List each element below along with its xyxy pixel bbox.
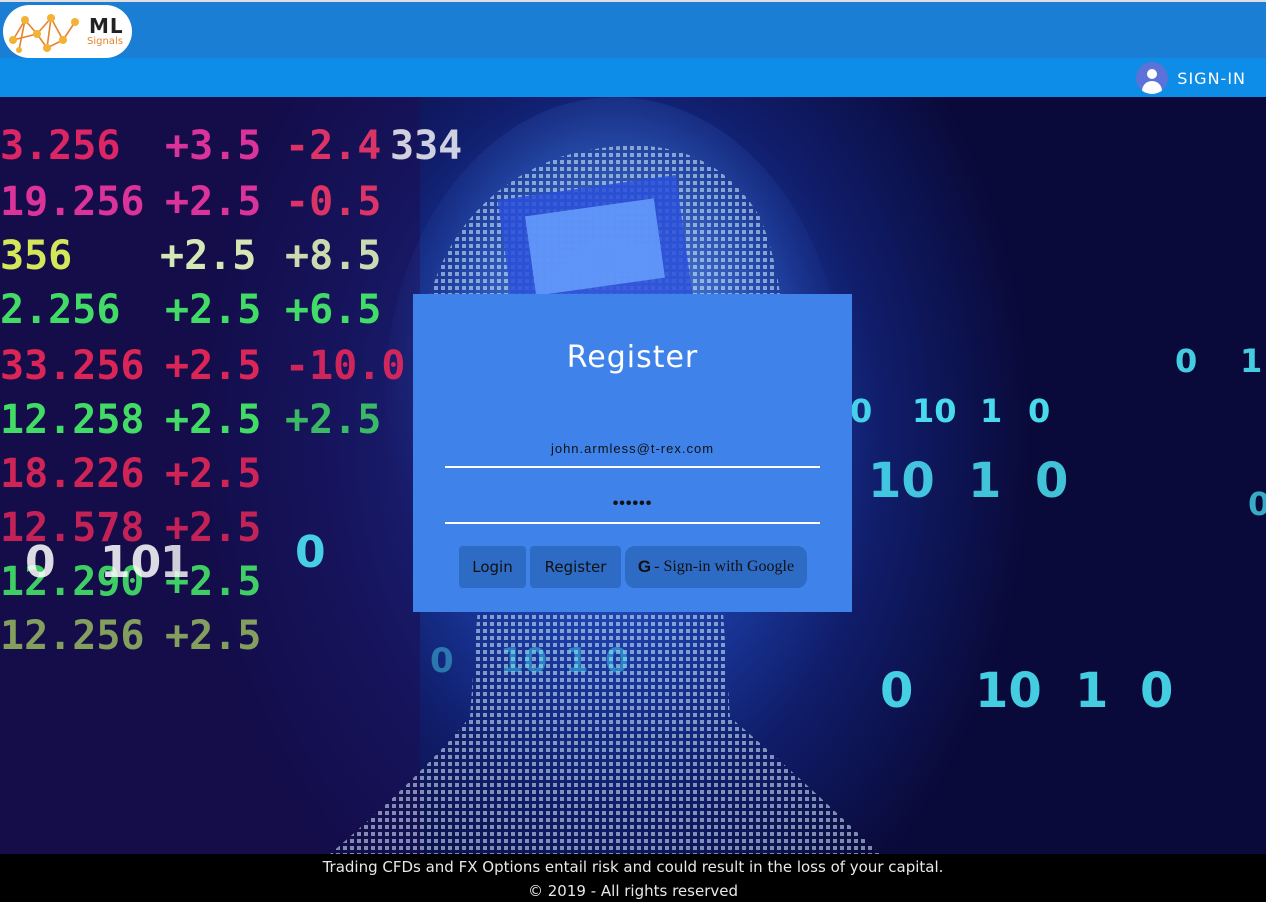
svg-text:+2.5: +2.5 <box>165 179 261 225</box>
svg-text:2.256: 2.256 <box>0 287 120 333</box>
svg-text:+2.5: +2.5 <box>165 343 261 389</box>
svg-text:-10.0: -10.0 <box>285 343 405 389</box>
risk-disclaimer: Trading CFDs and FX Options entail risk … <box>322 858 944 876</box>
svg-text:1: 1 <box>1075 663 1108 719</box>
svg-text:+3.5: +3.5 <box>165 123 261 169</box>
svg-text:10: 10 <box>100 537 161 588</box>
svg-text:+2.5: +2.5 <box>165 397 261 443</box>
logo-text-ml: ML <box>89 14 124 38</box>
svg-text:+6.5: +6.5 <box>285 287 381 333</box>
svg-text:+2.5: +2.5 <box>165 451 261 497</box>
svg-text:-0.5: -0.5 <box>285 179 381 225</box>
svg-text:18.226: 18.226 <box>0 451 145 497</box>
register-button[interactable]: Register <box>530 546 621 588</box>
email-value: john.armless@t-rex.com <box>550 440 715 456</box>
svg-text:+2.5: +2.5 <box>285 397 381 443</box>
svg-text:1: 1 <box>980 392 1002 430</box>
svg-text:10: 10 <box>912 392 957 430</box>
svg-text:0: 0 <box>880 663 913 719</box>
google-icon: G <box>637 557 652 576</box>
footer: Trading CFDs and FX Options entail risk … <box>0 854 1266 902</box>
svg-text:33.256: 33.256 <box>0 343 145 389</box>
svg-text:12.258: 12.258 <box>0 397 145 443</box>
svg-text:334: 334 <box>390 123 462 169</box>
svg-text:0: 0 <box>295 527 326 578</box>
svg-text:10: 10 <box>975 663 1042 719</box>
svg-text:0: 0 <box>1175 342 1197 380</box>
register-card: Register john.armless@t-rex.com •••••• L… <box>413 294 852 612</box>
svg-text:+2.5: +2.5 <box>160 233 256 279</box>
top-header: ML Signals <box>0 0 1266 58</box>
svg-text:356: 356 <box>0 233 72 279</box>
svg-text:3.256: 3.256 <box>0 123 120 169</box>
svg-text:0: 0 <box>25 537 56 588</box>
svg-text:0: 0 <box>1028 392 1050 430</box>
svg-text:-2.4: -2.4 <box>285 123 381 169</box>
svg-text:0: 0 <box>1140 663 1173 719</box>
svg-text:12.256: 12.256 <box>0 613 145 659</box>
google-signin-button[interactable]: G - Sign-in with Google <box>625 546 807 588</box>
password-field[interactable]: •••••• <box>445 486 820 524</box>
svg-text:+8.5: +8.5 <box>285 233 381 279</box>
sign-in-link[interactable]: SIGN-IN <box>1136 62 1246 94</box>
login-button[interactable]: Login <box>459 546 526 588</box>
svg-text:+2.5: +2.5 <box>165 287 261 333</box>
register-title: Register <box>566 340 699 375</box>
svg-text:+2.5: +2.5 <box>165 613 261 659</box>
sign-in-label: SIGN-IN <box>1177 68 1246 88</box>
svg-text:10: 10 <box>868 453 935 509</box>
svg-text:10: 10 <box>500 641 547 681</box>
form-actions: Login Register G - Sign-in with Google <box>459 546 807 588</box>
svg-text:1: 1 <box>1240 342 1262 380</box>
svg-text:0: 0 <box>430 641 454 681</box>
svg-text:1: 1 <box>968 453 1001 509</box>
svg-text:1: 1 <box>160 537 191 588</box>
password-value: •••••• <box>612 495 653 512</box>
network-graph-icon <box>9 14 79 53</box>
svg-text:19.256: 19.256 <box>0 179 145 225</box>
nav-bar: SIGN-IN <box>0 58 1266 97</box>
ml-signals-logo[interactable]: ML Signals <box>3 5 132 58</box>
user-avatar-icon <box>1136 62 1169 94</box>
svg-text:0: 0 <box>605 641 629 681</box>
logo-text-signals: Signals <box>87 36 123 47</box>
svg-text:0: 0 <box>1248 485 1266 523</box>
google-signin-label: - Sign-in with Google <box>654 558 795 575</box>
email-field[interactable]: john.armless@t-rex.com <box>445 430 820 468</box>
svg-text:1: 1 <box>565 641 589 681</box>
copyright: © 2019 - All rights reserved <box>528 882 738 900</box>
svg-text:0: 0 <box>850 392 872 430</box>
svg-text:0: 0 <box>1035 453 1068 509</box>
